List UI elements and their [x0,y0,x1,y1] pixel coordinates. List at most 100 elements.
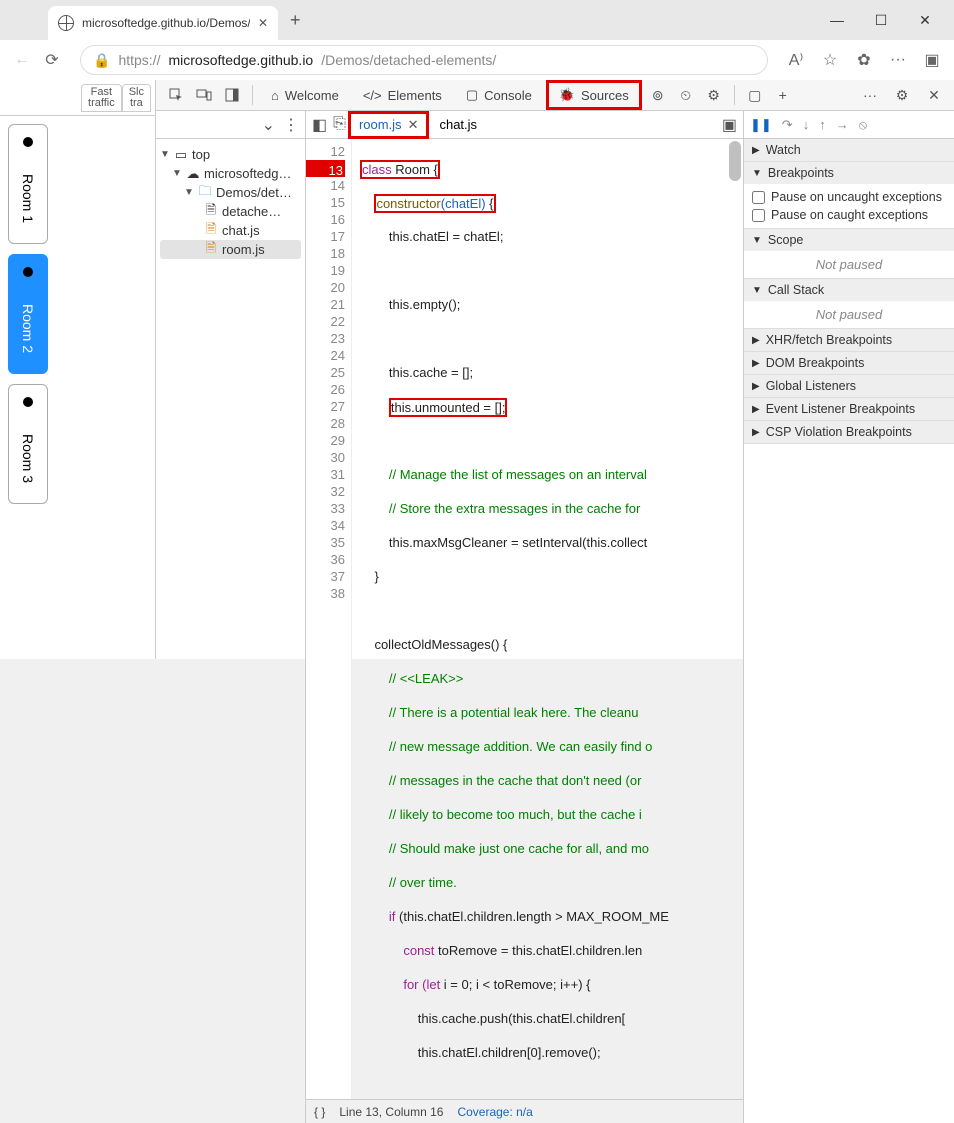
tab-label: Console [484,88,532,103]
close-window-icon[interactable]: ✕ [916,11,934,29]
content-area: Fast traffic Slc tra Room 1 Room 2 Room … [0,80,954,659]
dock-icon[interactable] [220,83,244,107]
toggle-debug-icon[interactable]: ▣ [722,115,737,135]
section-title: Breakpoints [768,166,834,180]
code-panel: ◧ ⎘ room.js ✕ chat.js ▣ 12 13 [306,111,744,1123]
lock-icon: 🔒 [93,52,110,69]
file-tree: ▼ ▭ top ▼ ☁ microsoftedg… ▼ 🗀 Demos/det… [156,139,305,265]
fast-traffic-button[interactable]: Fast traffic [81,84,122,112]
chevron-down-icon[interactable]: ⌄ [262,115,275,135]
url-field[interactable]: 🔒 https://microsoftedge.github.io/Demos/… [80,45,768,75]
tree-file[interactable]: 🗎 chat.js [160,221,301,240]
pause-caught-checkbox[interactable] [752,209,765,222]
new-tab-button[interactable]: + [290,10,301,31]
tab-label: Sources [581,88,629,103]
network-status-icon[interactable]: ⊚ [646,83,670,107]
event-bp-section[interactable]: ▶Event Listener Breakpoints [744,398,954,421]
rooms-list: Room 1 Room 2 Room 3 [0,116,155,659]
code-editor[interactable]: 12 13 14 15 16 17 18 19 20 21 22 23 24 2… [306,139,743,1099]
global-listeners-section[interactable]: ▶Global Listeners [744,375,954,398]
room-label: Room 3 [20,434,36,483]
tree-label: Demos/det… [216,185,292,200]
more-icon[interactable]: ··· [888,50,908,70]
section-header[interactable]: ▼Breakpoints [744,162,954,184]
url-host: microsoftedge.github.io [168,52,313,68]
section-title: Global Listeners [766,379,856,393]
line-gutter: 12 13 14 15 16 17 18 19 20 21 22 23 24 2… [306,139,352,1099]
window-controls: — ☐ ✕ [828,11,954,29]
more-icon[interactable]: ⋮ [283,115,299,135]
close-devtools-icon[interactable]: ✕ [922,83,946,107]
devtools-body: ⌄ ⋮ ▼ ▭ top ▼ ☁ microsoftedg… ▼ [156,111,954,1123]
tree-label: microsoftedg… [204,166,291,181]
collections-icon[interactable]: ▣ [922,50,942,70]
tree-folder[interactable]: ▼ 🗀 Demos/det… [160,183,301,202]
braces-icon[interactable]: { } [314,1105,325,1119]
code-tab[interactable]: chat.js [431,114,485,135]
watch-section[interactable]: ▶Watch [744,139,954,162]
step-icon[interactable]: → [836,117,849,132]
section-title: DOM Breakpoints [766,356,865,370]
xhr-bp-section[interactable]: ▶XHR/fetch Breakpoints [744,329,954,352]
performance-icon[interactable]: ⏲ [674,83,698,107]
tab-label: Welcome [285,88,339,103]
pause-uncaught-checkbox[interactable] [752,191,765,204]
more-tools-icon[interactable]: ··· [858,83,882,107]
add-panel-icon[interactable]: + [771,83,795,107]
code-tab-label: chat.js [439,117,477,132]
back-icon[interactable]: ← [12,50,32,70]
minimize-icon[interactable]: — [828,11,846,29]
pause-icon[interactable]: ❚❚ [750,117,772,133]
tab-elements[interactable]: </> Elements [353,84,452,107]
tree-domain[interactable]: ▼ ☁ microsoftedg… [160,164,301,183]
scrollbar[interactable] [729,141,741,1097]
inspect-icon[interactable] [164,83,188,107]
code-icon: </> [363,88,382,103]
memory-icon[interactable]: ⚙ [702,83,726,107]
section-header[interactable]: ▼Scope [744,229,954,251]
extensions-icon[interactable]: ✿ [854,50,874,70]
home-icon: ⌂ [271,88,279,103]
refresh-icon[interactable]: ⟳ [42,50,62,70]
settings-icon[interactable]: ⚙ [890,83,914,107]
url-path: /Demos/detached-elements/ [321,52,496,68]
step-into-icon[interactable]: ↓ [803,117,810,132]
breakpoints-section: ▼Breakpoints Pause on uncaught exception… [744,162,954,229]
browser-tab[interactable]: microsoftedge.github.io/Demos/c ✕ [48,6,278,40]
close-tab-icon[interactable]: ✕ [258,16,268,30]
file-icon: 🗎 [204,243,218,257]
file-icon: 🗎 [204,205,218,219]
room-3[interactable]: Room 3 [8,384,48,504]
maximize-icon[interactable]: ☐ [872,11,890,29]
file-icon: 🗎 [204,224,218,238]
slow-traffic-button[interactable]: Slc tra [122,84,151,112]
room-2[interactable]: Room 2 [8,254,48,374]
tree-label: room.js [222,242,265,257]
deactivate-bp-icon[interactable]: ⦸ [859,117,867,133]
step-over-icon[interactable]: ↷ [782,117,793,133]
step-out-icon[interactable]: ↑ [819,117,826,132]
dom-bp-section[interactable]: ▶DOM Breakpoints [744,352,954,375]
panel-icon[interactable]: ▢ [743,83,767,107]
cloud-icon: ☁ [186,167,200,181]
history-icon[interactable]: ⎘ [333,115,346,135]
code-tab-active[interactable]: room.js ✕ [348,111,430,139]
favorite-icon[interactable]: ☆ [820,50,840,70]
tree-file[interactable]: 🗎 detache… [160,202,301,221]
tree-top[interactable]: ▼ ▭ top [160,145,301,164]
section-title: XHR/fetch Breakpoints [766,333,892,347]
csp-bp-section[interactable]: ▶CSP Violation Breakpoints [744,421,954,444]
section-header[interactable]: ▼Call Stack [744,279,954,301]
devtools-toolbar: ⌂ Welcome </> Elements ▢ Console 🐞 Sourc… [156,80,954,111]
toggle-nav-icon[interactable]: ◧ [312,115,327,135]
tab-console[interactable]: ▢ Console [456,83,542,107]
close-icon[interactable]: ✕ [408,117,419,133]
tab-welcome[interactable]: ⌂ Welcome [261,84,349,107]
tree-file-selected[interactable]: 🗎 room.js [160,240,301,259]
tab-sources[interactable]: 🐞 Sources [546,80,642,110]
read-aloud-icon[interactable]: A⁾ [786,50,806,70]
room-1[interactable]: Room 1 [8,124,48,244]
device-icon[interactable] [192,83,216,107]
scope-section: ▼Scope Not paused [744,229,954,279]
code-tab-label: room.js [359,117,402,132]
